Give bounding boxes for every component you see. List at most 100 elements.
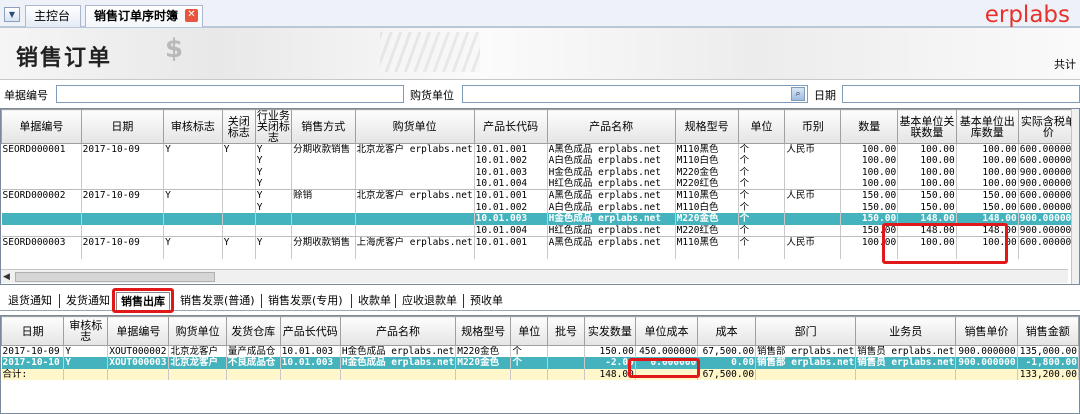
sub-col-header[interactable]: 产品名称 <box>339 316 457 346</box>
sub-col-header[interactable]: 规格型号 <box>455 316 512 346</box>
table-cell <box>291 155 356 167</box>
table-cell: 100.00 <box>897 178 957 191</box>
total-cell <box>855 368 957 381</box>
table-cell <box>1 178 82 191</box>
sub-col-header[interactable]: 销售金额 <box>1016 316 1079 346</box>
sub-col-header[interactable]: 单据编号 <box>107 316 170 346</box>
main-col-header[interactable]: 单据编号 <box>1 109 82 144</box>
table-row[interactable]: 2017-10-10 Y XOUT000003 北京龙客户 不良成品仓 10.01.003… <box>1 357 1079 369</box>
main-grid-vertical-scrollbar[interactable] <box>1071 109 1079 284</box>
scroll-left-icon[interactable]: ◀ <box>3 272 10 282</box>
table-cell <box>1 166 82 179</box>
subtab-3[interactable]: 销售发票(普通) <box>176 292 259 311</box>
table-cell: M110黑色 <box>675 236 739 248</box>
table-row[interactable]: SEORD000001 2017-10-09 Y Y Y 分期收款销售 北京龙客户 erpl… <box>1 143 1079 156</box>
sub-col-header[interactable]: 实发数量 <box>583 316 636 346</box>
main-col-header[interactable]: 行业务关闭标志 <box>254 109 293 144</box>
main-col-header[interactable]: 关闭标志 <box>221 109 256 144</box>
table-cell: M110白色 <box>675 201 739 214</box>
table-cell <box>1 201 82 214</box>
lookup-icon[interactable]: ⌕ <box>791 87 805 101</box>
main-col-header[interactable]: 产品长代码 <box>473 109 548 144</box>
tab-sales-order-list[interactable]: 销售订单序时簿 ✕ <box>85 5 203 27</box>
main-col-header[interactable]: 实际含税单价 <box>1017 109 1079 144</box>
table-row[interactable]: Y 10.01.003 H金色成品 erplabs.net M220金色个 100.00… <box>1 166 1079 179</box>
table-cell: 销售员 erplabs.net <box>855 357 957 369</box>
main-col-header[interactable]: 单位 <box>737 109 786 144</box>
sub-col-header[interactable]: 日期 <box>1 316 65 346</box>
sub-col-header[interactable]: 部门 <box>755 316 857 346</box>
sub-col-header[interactable]: 成本 <box>697 316 757 346</box>
table-cell: 67,500.00 <box>697 345 757 358</box>
empty-cell <box>675 247 739 260</box>
subtab-4[interactable]: 销售发票(专用) <box>264 292 347 311</box>
sub-col-header[interactable]: 单位成本 <box>634 316 699 346</box>
main-col-header[interactable]: 基本单位关联数量 <box>897 109 957 144</box>
table-cell: -1,800.00 <box>1017 357 1079 369</box>
main-col-header[interactable]: 购货单位 <box>354 109 475 144</box>
tab-separator <box>395 294 396 308</box>
subtab-5[interactable]: 收款单 <box>354 292 395 311</box>
sub-col-header[interactable]: 发货仓库 <box>225 316 281 346</box>
main-grid-horizontal-scrollbar[interactable]: ◀ <box>1 269 1068 283</box>
tab-dropdown-button[interactable]: ▼ <box>4 7 20 22</box>
filter-bar: 单据编号 购货单位 ⌕ 日期 <box>0 83 1080 105</box>
order-no-input[interactable] <box>56 85 404 103</box>
table-cell: 个 <box>738 236 786 248</box>
main-col-header[interactable]: 销售方式 <box>291 109 356 144</box>
table-cell: 人民币 <box>784 143 842 156</box>
table-row[interactable]: 2017-10-09 Y XOUT000002 北京龙客户 量产成品仓 10.01.003… <box>1 345 1079 358</box>
subtab-7[interactable]: 预收单 <box>466 292 507 311</box>
sub-col-header[interactable]: 购货单位 <box>168 316 227 346</box>
table-cell: H金色成品 erplabs.net <box>340 345 457 358</box>
total-cell <box>107 368 170 381</box>
table-cell: A白色成品 erplabs.net <box>547 155 676 167</box>
table-row[interactable]: Y 10.01.004 H红色成品 erplabs.net M220红色个 100.00… <box>1 178 1079 191</box>
table-cell <box>291 201 356 214</box>
sub-col-header[interactable]: 产品长代码 <box>279 316 341 346</box>
tab-home[interactable]: 主控台 <box>25 5 81 27</box>
sub-col-header[interactable]: 批号 <box>547 316 585 346</box>
table-cell <box>355 155 475 167</box>
date-input[interactable] <box>842 85 1080 103</box>
main-col-header[interactable]: 规格型号 <box>674 109 739 144</box>
table-cell <box>291 166 356 179</box>
table-cell: 100.00 <box>897 166 957 179</box>
table-cell: 分期收款销售 <box>291 143 356 156</box>
table-cell: M220金色 <box>675 213 739 225</box>
main-col-header[interactable]: 日期 <box>80 109 165 144</box>
table-row[interactable]: SEORD000002 2017-10-09 Y Y 赊销 北京龙客户 erplabs.n… <box>1 189 1079 202</box>
sub-col-header[interactable]: 销售单价 <box>955 316 1018 346</box>
table-cell <box>163 155 223 167</box>
total-row: 合计: 148.00 67,500.00 133,200.00 <box>1 368 1079 381</box>
table-cell: Y <box>163 236 223 248</box>
scroll-thumb[interactable] <box>15 272 215 282</box>
main-col-header[interactable]: 基本单位出库数量 <box>955 109 1019 144</box>
subtab-1[interactable]: 发货通知 <box>62 292 114 311</box>
table-cell: 销售部 erplabs.net <box>755 345 857 358</box>
empty-cell <box>1018 247 1079 260</box>
main-col-header[interactable]: 产品名称 <box>546 109 676 144</box>
total-cell: 合计: <box>1 368 65 381</box>
table-cell: 150.00 <box>956 201 1019 214</box>
close-icon[interactable]: ✕ <box>185 9 198 22</box>
empty-cell <box>222 247 256 260</box>
total-cell <box>168 368 227 381</box>
table-row[interactable]: Y 10.01.002 A白色成品 erplabs.net M110白色个 100.00… <box>1 155 1079 167</box>
sub-col-header[interactable]: 审核标志 <box>63 316 109 346</box>
subtab-0[interactable]: 退货通知 <box>4 292 56 311</box>
customer-input[interactable]: ⌕ <box>462 85 808 103</box>
table-cell: 100.00 <box>897 155 957 167</box>
table-row[interactable]: Y 10.01.002 A白色成品 erplabs.net M110白色个 150.00… <box>1 201 1079 214</box>
main-col-header[interactable]: 币别 <box>784 109 842 144</box>
table-cell <box>784 155 842 167</box>
table-cell: 135,000.00 <box>1017 345 1079 358</box>
main-col-header[interactable]: 数量 <box>840 109 899 144</box>
main-col-header[interactable]: 审核标志 <box>163 109 223 144</box>
table-cell: 600.000000 <box>1018 201 1079 214</box>
total-count-label: 共计 <box>1054 58 1076 71</box>
sub-col-header[interactable]: 业务员 <box>855 316 957 346</box>
subtab-6[interactable]: 应收退款单 <box>398 292 461 311</box>
sub-col-header[interactable]: 单位 <box>510 316 549 346</box>
table-cell: M220金色 <box>455 345 512 358</box>
